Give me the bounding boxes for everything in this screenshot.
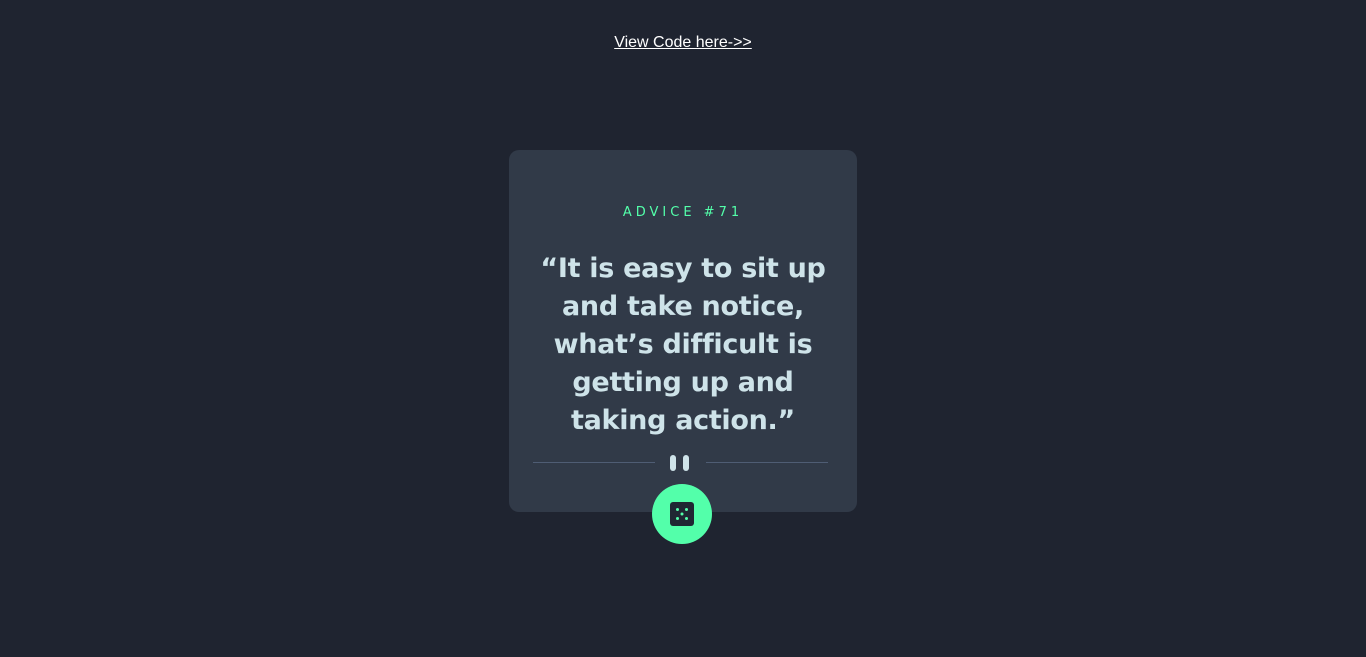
- divider: [533, 455, 828, 471]
- dice-icon: [670, 502, 694, 526]
- pause-icon: [670, 455, 690, 471]
- divider-line-right: [706, 462, 828, 463]
- advice-quote: “It is easy to sit up and take notice, w…: [540, 253, 826, 436]
- generate-advice-button[interactable]: [652, 484, 712, 544]
- view-code-link[interactable]: View Code here->>: [614, 34, 752, 51]
- divider-line-left: [533, 462, 655, 463]
- advice-number: ADVICE #71: [622, 205, 744, 220]
- view-code-link-container: View Code here->>: [0, 33, 1366, 53]
- advice-card: ADVICE #71 “It is easy to sit up and tak…: [509, 150, 857, 512]
